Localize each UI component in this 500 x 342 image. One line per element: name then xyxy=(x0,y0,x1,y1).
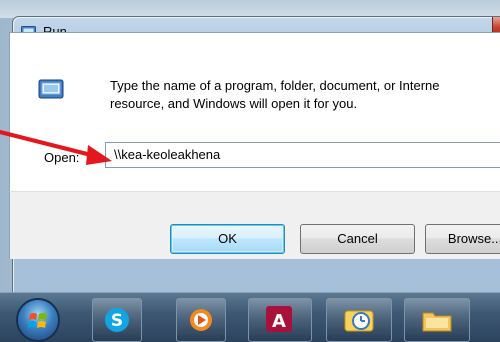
media-player-icon xyxy=(190,309,212,331)
svg-text:A: A xyxy=(272,311,286,332)
red-arrow-annotation xyxy=(0,130,112,165)
svg-text:S: S xyxy=(111,311,123,331)
run-description: Type the name of a program, folder, docu… xyxy=(110,77,500,113)
windows-logo-icon xyxy=(28,313,47,328)
taskbar-outlook[interactable] xyxy=(326,298,392,342)
skype-icon: S xyxy=(105,308,129,332)
access-icon: A xyxy=(266,306,292,332)
taskbar-access[interactable]: A xyxy=(248,298,312,342)
taskbar-explorer[interactable] xyxy=(404,298,470,342)
start-button[interactable] xyxy=(18,300,58,340)
description-line-2: resource, and Windows will open it for y… xyxy=(110,96,358,111)
description-line-1: Type the name of a program, folder, docu… xyxy=(110,78,440,93)
taskbar-skype[interactable]: S xyxy=(92,298,142,342)
folder-icon xyxy=(422,312,452,332)
open-input[interactable]: \\kea-keoleakhena xyxy=(105,142,500,168)
browse-button[interactable]: Browse... xyxy=(425,224,500,254)
run-program-icon xyxy=(38,79,64,99)
taskbar-media[interactable] xyxy=(176,298,226,342)
outlook-icon xyxy=(344,310,374,332)
cancel-button[interactable]: Cancel xyxy=(300,224,415,254)
ok-button[interactable]: OK xyxy=(170,224,285,254)
